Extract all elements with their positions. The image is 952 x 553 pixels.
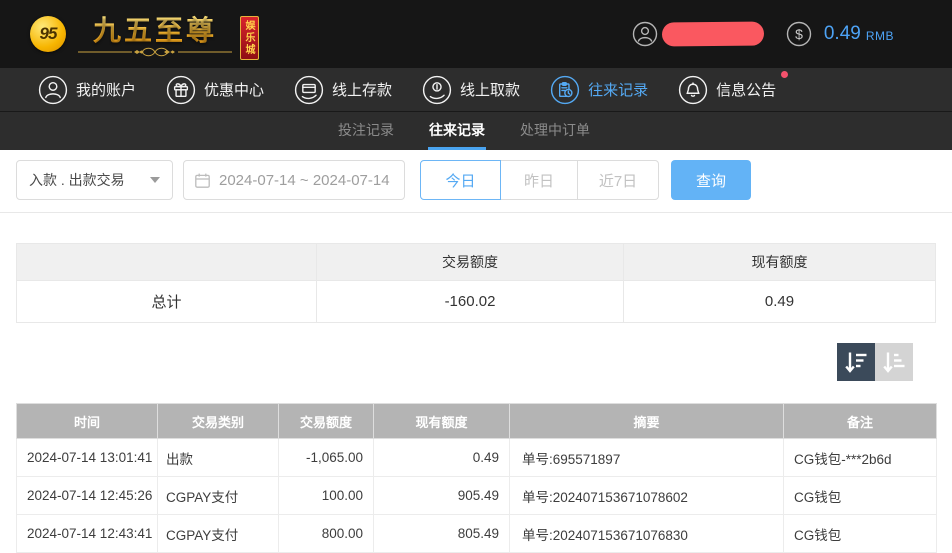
cell-remark: CG钱包-***2b6d	[783, 438, 937, 477]
sort-descending-button[interactable]	[837, 343, 875, 381]
sort-ascending-icon	[883, 352, 905, 373]
main-navbar: 我的账户 优惠中心 线上存款 线上取款 往来记录 信息公告	[0, 68, 952, 112]
nav-item-announcements[interactable]: 信息公告	[678, 70, 789, 105]
tab-bet-records[interactable]: 投注记录	[337, 112, 395, 150]
summary-total-transaction: -160.02	[316, 280, 624, 323]
cell-summary: 单号:695571897	[509, 438, 784, 477]
date-range-input[interactable]: 2024-07-14 ~ 2024-07-14	[183, 160, 405, 200]
header-balance: 现有额度	[373, 403, 510, 439]
account-balance-area: $ 0.49 RMB	[632, 21, 894, 47]
nav-label: 信息公告	[716, 82, 777, 99]
sort-descending-icon	[845, 352, 867, 373]
notification-dot	[781, 70, 789, 78]
bell-icon	[678, 75, 708, 104]
cell-balance: 805.49	[373, 514, 510, 553]
username-redaction	[661, 21, 764, 47]
withdraw-icon	[422, 75, 452, 104]
summary-total-label: 总计	[16, 280, 317, 323]
summary-header-balance: 现有额度	[623, 243, 936, 281]
nav-label: 我的账户	[76, 82, 137, 99]
today-button[interactable]: 今日	[420, 160, 501, 200]
topbar: 95 九五至尊 娱乐城 $ 0.49 RMB	[0, 0, 952, 68]
sort-ascending-button[interactable]	[875, 343, 913, 381]
cell-time: 2024-07-14 12:45:26	[16, 476, 158, 515]
filter-row: 入款 . 出款交易 2024-07-14 ~ 2024-07-14 今日 昨日 …	[16, 160, 936, 200]
header-time: 时间	[16, 403, 158, 439]
quick-date-group: 今日 昨日 近7日	[420, 160, 659, 200]
cell-time: 2024-07-14 13:01:41	[16, 438, 158, 477]
summary-header-empty	[16, 243, 317, 281]
cell-type: 出款	[157, 438, 279, 477]
nav-item-my-account[interactable]: 我的账户	[38, 75, 136, 105]
last7days-button[interactable]: 近7日	[577, 160, 659, 200]
dollar-icon: $	[786, 21, 812, 47]
transaction-type-value: 入款 . 出款交易	[29, 172, 125, 188]
cell-remark: CG钱包	[783, 514, 937, 553]
calendar-icon	[195, 173, 210, 188]
nav-label: 线上取款	[460, 82, 521, 99]
summary-total-row: 总计 -160.02 0.49	[16, 280, 936, 323]
cell-amount: 100.00	[278, 476, 374, 515]
cell-time: 2024-07-14 12:43:41	[16, 514, 158, 553]
records-icon	[550, 75, 580, 104]
summary-header-transaction: 交易额度	[316, 243, 624, 281]
logo-title: 九五至尊	[92, 15, 217, 46]
svg-text:$: $	[795, 26, 803, 42]
nav-item-deposit[interactable]: 线上存款	[294, 75, 392, 105]
user-icon	[632, 21, 658, 47]
site-logo[interactable]: 95 九五至尊 娱乐城	[30, 8, 259, 60]
cell-amount: -1,065.00	[278, 438, 374, 477]
table-row: 2024-07-14 13:01:41 出款 -1,065.00 0.49 单号…	[16, 438, 937, 477]
records-header-row: 时间 交易类别 交易额度 现有额度 摘要 备注	[16, 403, 937, 439]
cell-type: CGPAY支付	[157, 476, 279, 515]
query-button[interactable]: 查询	[671, 160, 751, 200]
sort-controls	[16, 343, 913, 381]
header-summary: 摘要	[509, 403, 784, 439]
tab-transaction-records[interactable]: 往来记录	[428, 112, 486, 150]
header-remark: 备注	[783, 403, 937, 439]
summary-total-balance: 0.49	[623, 280, 936, 323]
nav-item-promotions[interactable]: 优惠中心	[166, 75, 264, 105]
nav-label: 往来记录	[588, 82, 649, 99]
records-table: 时间 交易类别 交易额度 现有额度 摘要 备注 2024-07-14 13:01…	[16, 403, 937, 553]
nav-item-transaction-records[interactable]: 往来记录	[550, 75, 648, 105]
chevron-down-icon	[150, 177, 160, 183]
summary-header-row: 交易额度 现有额度	[16, 243, 936, 281]
cell-amount: 800.00	[278, 514, 374, 553]
logo-badge: 娱乐城	[240, 16, 259, 60]
balance-currency: RMB	[865, 29, 894, 43]
table-row: 2024-07-14 12:43:41 CGPAY支付 800.00 805.4…	[16, 514, 937, 553]
nav-label: 线上存款	[332, 82, 393, 99]
logo-text-column: 九五至尊	[76, 8, 234, 58]
promo-icon	[166, 75, 196, 104]
logo-flourish-icon	[78, 47, 232, 57]
cell-remark: CG钱包	[783, 476, 937, 515]
logo-95-icon: 95	[30, 16, 66, 52]
tab-pending-orders[interactable]: 处理中订单	[519, 112, 591, 150]
date-range-value: 2024-07-14 ~ 2024-07-14	[219, 171, 390, 189]
nav-label: 优惠中心	[204, 82, 265, 99]
account-icon	[38, 75, 68, 104]
cell-summary: 单号:202407153671076830	[509, 514, 784, 553]
content-area: 入款 . 出款交易 2024-07-14 ~ 2024-07-14 今日 昨日 …	[0, 150, 952, 553]
subtab-bar: 投注记录 往来记录 处理中订单	[0, 112, 952, 150]
summary-table: 交易额度 现有额度 总计 -160.02 0.49	[16, 243, 936, 323]
header-amount: 交易额度	[278, 403, 374, 439]
cell-balance: 905.49	[373, 476, 510, 515]
header-type: 交易类别	[157, 403, 279, 439]
table-row: 2024-07-14 12:45:26 CGPAY支付 100.00 905.4…	[16, 476, 937, 515]
deposit-icon	[294, 75, 324, 104]
cell-balance: 0.49	[373, 438, 510, 477]
transaction-type-select[interactable]: 入款 . 出款交易	[16, 160, 173, 200]
balance-amount: 0.49	[823, 23, 861, 44]
section-divider	[0, 212, 952, 213]
yesterday-button[interactable]: 昨日	[500, 160, 578, 200]
cell-summary: 单号:202407153671078602	[509, 476, 784, 515]
cell-type: CGPAY支付	[157, 514, 279, 553]
nav-item-withdraw[interactable]: 线上取款	[422, 75, 520, 105]
